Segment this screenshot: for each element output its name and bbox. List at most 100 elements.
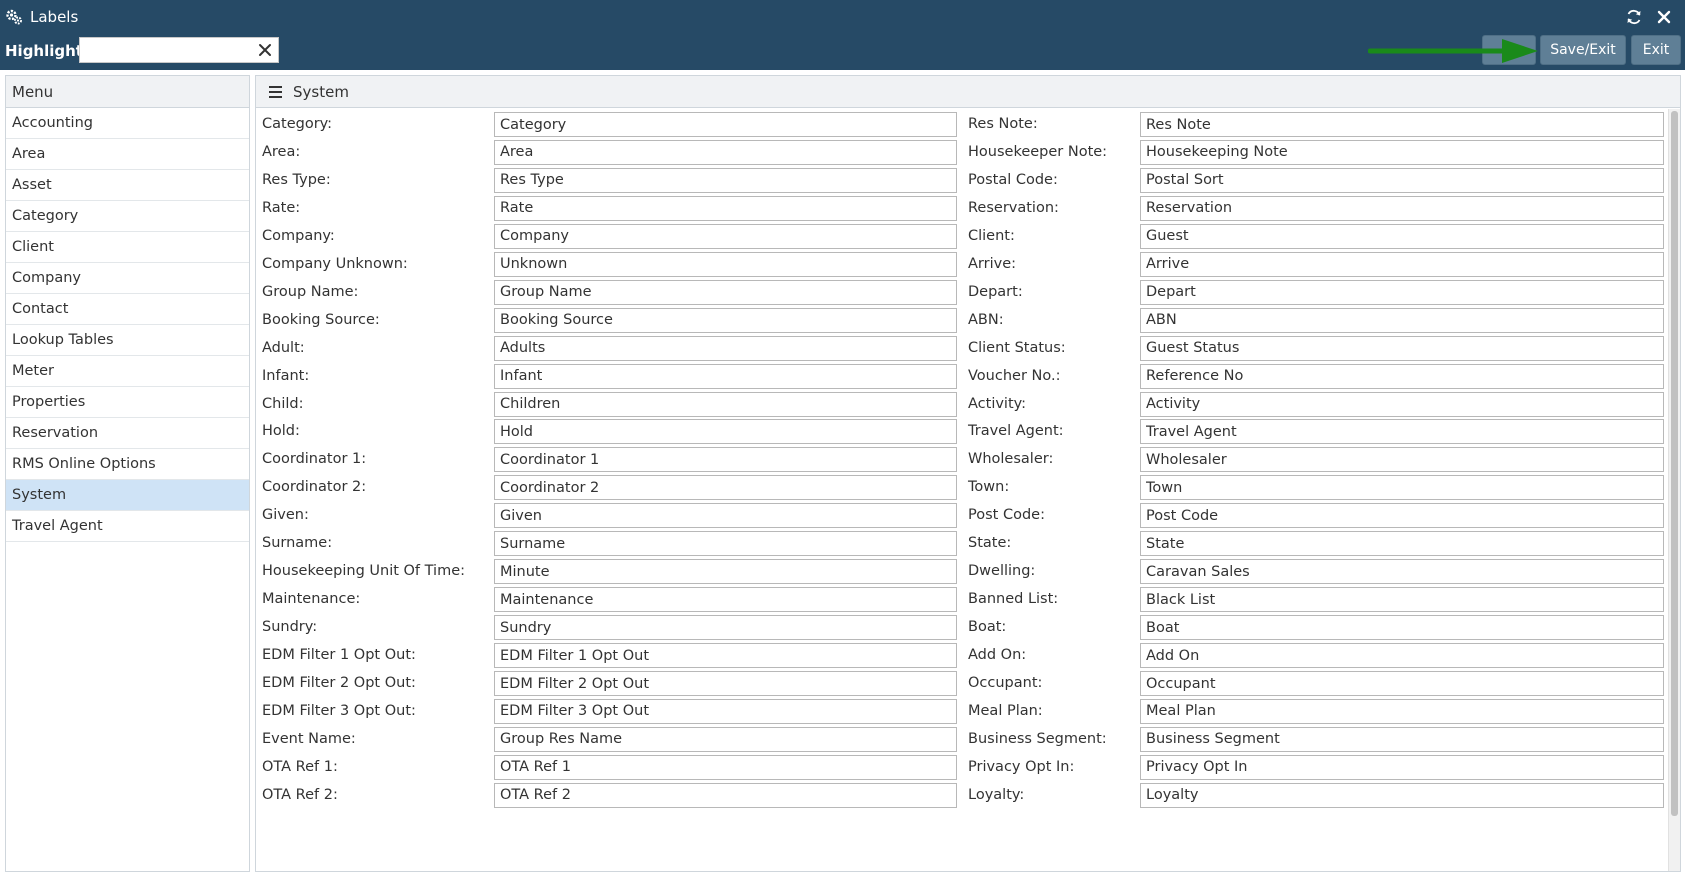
scrollbar[interactable] — [1668, 109, 1680, 871]
label-input[interactable] — [494, 726, 957, 752]
field-label: Group Name: — [262, 283, 359, 300]
label-input[interactable] — [1140, 782, 1664, 808]
label-input[interactable] — [1140, 112, 1664, 137]
sidebar-item-reservation[interactable]: Reservation — [6, 418, 249, 449]
clear-icon[interactable] — [258, 43, 272, 57]
field-label: Hold: — [262, 423, 300, 440]
save-button[interactable]: S — [1482, 35, 1536, 65]
field-label: Coordinator 2: — [262, 479, 367, 496]
label-input[interactable] — [494, 671, 957, 696]
field-label: Sundry: — [262, 619, 318, 636]
label-input[interactable] — [494, 475, 957, 501]
label-input[interactable] — [494, 587, 957, 613]
sidebar-item-properties[interactable]: Properties — [6, 387, 249, 418]
label-input[interactable] — [494, 419, 957, 445]
label-input[interactable] — [1140, 363, 1664, 389]
save-exit-button[interactable]: Save/Exit — [1540, 35, 1626, 65]
sidebar-item-category[interactable]: Category — [6, 201, 249, 232]
close-icon[interactable] — [1655, 8, 1673, 26]
label-input[interactable] — [1140, 503, 1664, 529]
field-label: Depart: — [968, 283, 1023, 300]
field-label: Dwelling: — [968, 563, 1036, 580]
label-input[interactable] — [1140, 335, 1664, 361]
sidebar-item-travel-agent[interactable]: Travel Agent — [6, 511, 249, 542]
label-input[interactable] — [494, 112, 957, 137]
label-input[interactable] — [1140, 671, 1664, 696]
field-label: OTA Ref 2: — [262, 786, 338, 803]
scrollbar-thumb[interactable] — [1671, 111, 1678, 816]
field-label: Surname: — [262, 535, 333, 552]
label-input[interactable] — [1140, 531, 1664, 557]
label-input[interactable] — [494, 335, 957, 361]
refresh-icon[interactable] — [1625, 8, 1643, 26]
field-label: EDM Filter 3 Opt Out: — [262, 702, 416, 719]
label-input[interactable] — [1140, 587, 1664, 613]
top-bar: Labels Highlight: S Save/Exit Exit — [0, 0, 1685, 70]
label-input[interactable] — [494, 698, 957, 724]
label-input[interactable] — [1140, 615, 1664, 641]
sidebar-item-rms-online-options[interactable]: RMS Online Options — [6, 449, 249, 480]
label-input[interactable] — [1140, 139, 1664, 165]
label-input[interactable] — [494, 307, 957, 333]
label-input[interactable] — [494, 531, 957, 557]
label-input[interactable] — [1140, 447, 1664, 473]
label-input[interactable] — [494, 391, 957, 417]
label-input[interactable] — [1140, 307, 1664, 333]
sidebar-item-area[interactable]: Area — [6, 139, 249, 170]
label-input[interactable] — [494, 782, 957, 808]
sidebar-item-company[interactable]: Company — [6, 263, 249, 294]
form-row: Housekeeping Unit Of Time: Dwelling: — [256, 556, 1668, 586]
label-input[interactable] — [494, 447, 957, 473]
exit-button[interactable]: Exit — [1631, 35, 1681, 65]
label-input[interactable] — [1140, 559, 1664, 585]
label-input[interactable] — [494, 559, 957, 585]
label-input[interactable] — [494, 223, 957, 249]
label-input[interactable] — [1140, 726, 1664, 752]
label-input[interactable] — [1140, 475, 1664, 501]
label-input[interactable] — [1140, 279, 1664, 305]
label-input[interactable] — [1140, 754, 1664, 780]
sidebar-item-lookup-tables[interactable]: Lookup Tables — [6, 325, 249, 356]
label-input[interactable] — [494, 167, 957, 193]
sidebar-item-client[interactable]: Client — [6, 232, 249, 263]
label-input[interactable] — [494, 251, 957, 277]
sidebar-item-accounting[interactable]: Accounting — [6, 108, 249, 139]
form-row: Company Unknown: Arrive: — [256, 249, 1668, 279]
label-input[interactable] — [1140, 195, 1664, 221]
form-row: Adult: Client Status: — [256, 333, 1668, 363]
label-input[interactable] — [494, 195, 957, 221]
label-input[interactable] — [1140, 167, 1664, 193]
label-input[interactable] — [494, 754, 957, 780]
form-row: OTA Ref 2: Loyalty: — [256, 780, 1668, 810]
sidebar-item-meter[interactable]: Meter — [6, 356, 249, 387]
label-input[interactable] — [1140, 223, 1664, 249]
hamburger-icon[interactable] — [269, 86, 282, 98]
sidebar-item-asset[interactable]: Asset — [6, 170, 249, 201]
label-input[interactable] — [1140, 643, 1664, 669]
highlight-input[interactable] — [80, 38, 252, 62]
field-label: Company Unknown: — [262, 255, 408, 272]
label-input[interactable] — [1140, 419, 1664, 445]
label-input[interactable] — [494, 139, 957, 165]
form-row: EDM Filter 1 Opt Out: Add On: — [256, 640, 1668, 670]
label-input[interactable] — [494, 615, 957, 641]
sidebar-item-contact[interactable]: Contact — [6, 294, 249, 325]
label-input[interactable] — [1140, 391, 1664, 417]
sidebar-item-system[interactable]: System — [6, 480, 249, 511]
label-input[interactable] — [1140, 251, 1664, 277]
label-input[interactable] — [494, 279, 957, 305]
form-row: Booking Source: ABN: — [256, 305, 1668, 335]
field-label: EDM Filter 1 Opt Out: — [262, 647, 416, 664]
field-label: Infant: — [262, 367, 310, 384]
field-label: Maintenance: — [262, 591, 361, 608]
form-row: Infant: Voucher No.: — [256, 361, 1668, 391]
label-input[interactable] — [494, 363, 957, 389]
field-label: Coordinator 1: — [262, 451, 367, 468]
form-row: Coordinator 2: Town: — [256, 472, 1668, 502]
label-input[interactable] — [494, 643, 957, 669]
label-input[interactable] — [494, 503, 957, 529]
form-row: Sundry: Boat: — [256, 612, 1668, 642]
label-input[interactable] — [1140, 698, 1664, 724]
form-row: EDM Filter 2 Opt Out: Occupant: — [256, 668, 1668, 698]
field-label: State: — [968, 535, 1012, 552]
